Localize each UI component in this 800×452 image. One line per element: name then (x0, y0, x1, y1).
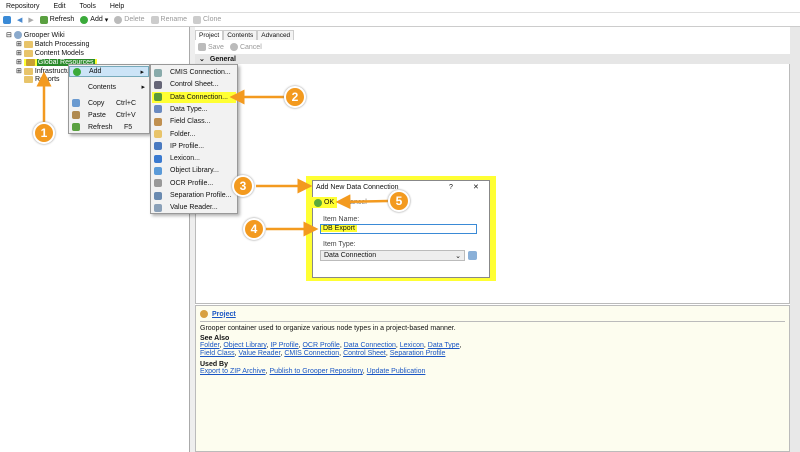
callout-5: 5 (388, 190, 410, 212)
callout-arrows (36, 71, 389, 237)
arrow-5 (335, 194, 389, 210)
callout-4: 4 (243, 218, 265, 240)
callout-2: 2 (284, 86, 306, 108)
callout-1: 1 (33, 122, 55, 144)
callout-3: 3 (232, 175, 254, 197)
